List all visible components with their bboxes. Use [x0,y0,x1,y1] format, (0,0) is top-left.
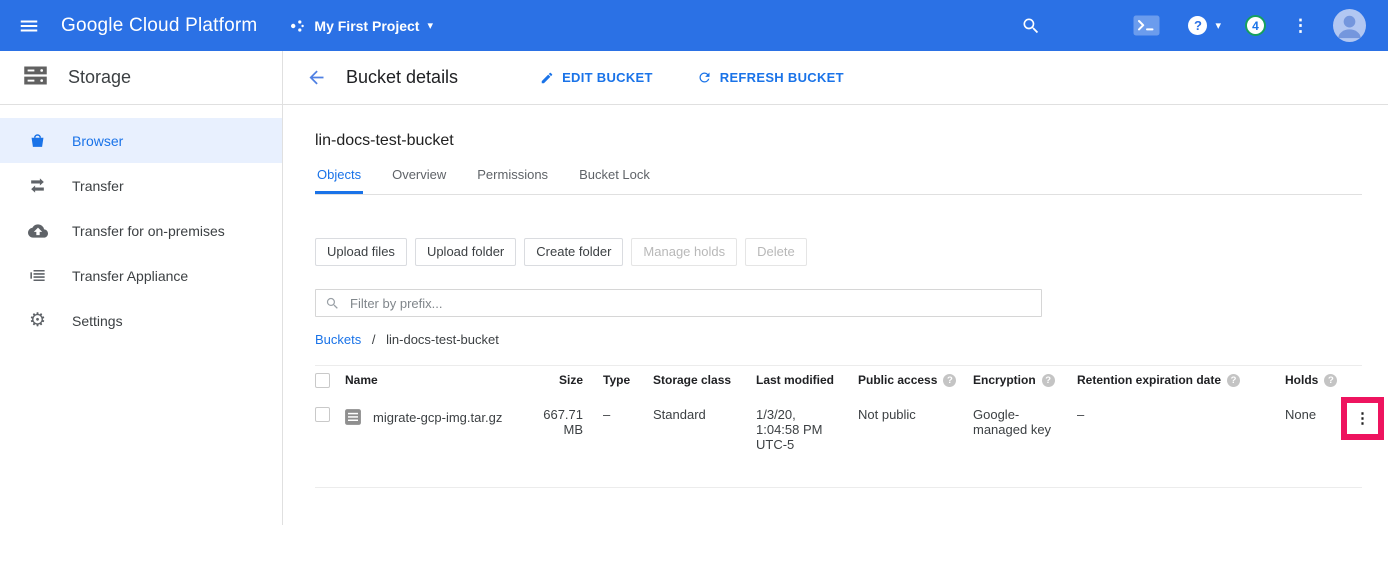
column-header-last-modified[interactable]: Last modified [756,373,858,387]
help-icon[interactable]: ? [1042,374,1055,387]
sidebar: Browser Transfer Transfer for on-premise… [0,105,283,525]
upload-files-button[interactable]: Upload files [315,238,407,266]
file-icon [343,407,363,427]
object-name-link[interactable]: migrate-gcp-img.tar.gz [373,410,502,425]
help-icon[interactable]: ? [1227,374,1240,387]
column-header-type[interactable]: Type [603,373,653,387]
breadcrumb-buckets-link[interactable]: Buckets [315,332,361,347]
annotation-highlight: ⋮ [1341,397,1384,440]
sidebar-item-transfer-on-premises[interactable]: Transfer for on-premises [0,208,282,253]
search-icon[interactable] [1021,16,1041,36]
create-folder-button[interactable]: Create folder [524,238,623,266]
column-header-public-access[interactable]: Public access ? [858,373,973,387]
more-options-icon[interactable]: ⋮ [1292,16,1309,36]
table-header-row: Name Size Type Storage class Last modifi… [315,366,1362,394]
sidebar-item-browser[interactable]: Browser [0,118,282,163]
appliance-list-icon [27,266,48,285]
tab-permissions[interactable]: Permissions [475,167,550,194]
cloud-upload-icon [27,221,48,241]
topbar: Google Cloud Platform My First Project ▾… [0,0,1388,51]
help-icon[interactable]: ? [943,374,956,387]
row-checkbox[interactable] [315,407,330,422]
column-header-name[interactable]: Name [343,373,533,387]
notifications-badge[interactable]: 4 [1245,15,1266,36]
page-title: Bucket details [346,67,458,88]
page-header: Storage Bucket details EDIT BUCKET REFRE… [0,51,1388,105]
filter-by-prefix-input[interactable] [348,295,1032,312]
tab-bucket-lock[interactable]: Bucket Lock [577,167,652,194]
object-encryption: Google-managed key [973,407,1057,437]
refresh-bucket-button[interactable]: REFRESH BUCKET [697,70,844,85]
help-icon: ? [1188,16,1207,35]
bucket-icon [27,131,48,150]
edit-bucket-button[interactable]: EDIT BUCKET [540,70,653,85]
hamburger-menu-icon[interactable] [18,15,40,37]
object-public-access: Not public [858,407,973,422]
chevron-down-icon: ▾ [427,19,433,32]
service-header: Storage [0,51,283,105]
sidebar-item-label: Transfer Appliance [72,268,188,284]
column-header-retention-expiration-date[interactable]: Retention expiration date ? [1077,373,1285,387]
column-header-holds[interactable]: Holds ? [1285,373,1345,387]
sidebar-item-settings[interactable]: ⚙ Settings [0,298,282,343]
sidebar-item-transfer[interactable]: Transfer [0,163,282,208]
help-icon[interactable]: ? [1324,374,1337,387]
objects-table: Name Size Type Storage class Last modifi… [315,365,1362,488]
gcp-logo[interactable]: Google Cloud Platform [61,15,257,37]
search-icon [325,296,340,311]
chevron-down-icon: ▾ [1215,19,1221,32]
tab-overview[interactable]: Overview [390,167,448,194]
object-storage-class: Standard [653,407,756,422]
main-content: lin-docs-test-bucket Objects Overview Pe… [283,105,1388,525]
action-button-row: Upload files Upload folder Create folder… [315,238,1362,266]
object-size: 667.71 MB [533,407,583,437]
table-row: migrate-gcp-img.tar.gz 667.71 MB – Stand… [315,394,1362,488]
sidebar-item-label: Browser [72,133,123,149]
object-type: – [603,407,653,422]
breadcrumb-current: lin-docs-test-bucket [386,332,499,347]
delete-button: Delete [745,238,807,266]
select-all-checkbox[interactable] [315,373,330,388]
avatar[interactable] [1333,9,1366,42]
bucket-name-heading: lin-docs-test-bucket [315,132,1362,150]
sidebar-item-label: Settings [72,313,123,329]
back-arrow-icon[interactable] [306,67,327,88]
object-holds: None [1285,407,1345,422]
column-header-encryption[interactable]: Encryption ? [973,373,1077,387]
upload-folder-button[interactable]: Upload folder [415,238,516,266]
transfer-arrows-icon [27,176,48,195]
manage-holds-button: Manage holds [631,238,737,266]
breadcrumb-separator: / [372,332,376,347]
project-name: My First Project [314,18,419,34]
breadcrumb: Buckets / lin-docs-test-bucket [315,332,1362,347]
object-last-modified: 1/3/20, 1:04:58 PM UTC-5 [756,407,830,452]
column-header-storage-class[interactable]: Storage class [653,373,756,387]
pencil-icon [540,71,554,85]
cloud-shell-icon[interactable] [1133,15,1160,36]
filter-box [315,289,1042,317]
storage-logo-icon [22,62,49,94]
sidebar-item-label: Transfer for on-premises [72,223,225,239]
sidebar-item-transfer-appliance[interactable]: Transfer Appliance [0,253,282,298]
tab-objects[interactable]: Objects [315,167,363,194]
sidebar-item-label: Transfer [72,178,124,194]
service-title: Storage [68,67,131,88]
object-retention-expiration-date: – [1077,407,1285,422]
help-menu[interactable]: ? ▾ [1188,16,1221,35]
gear-icon: ⚙ [27,311,48,330]
project-selector[interactable]: My First Project ▾ [289,18,433,34]
project-icon [289,18,305,34]
column-header-size[interactable]: Size [533,373,583,387]
refresh-icon [697,70,712,85]
tab-bar: Objects Overview Permissions Bucket Lock [315,167,1362,195]
row-actions-menu-button[interactable]: ⋮ [1355,411,1370,426]
